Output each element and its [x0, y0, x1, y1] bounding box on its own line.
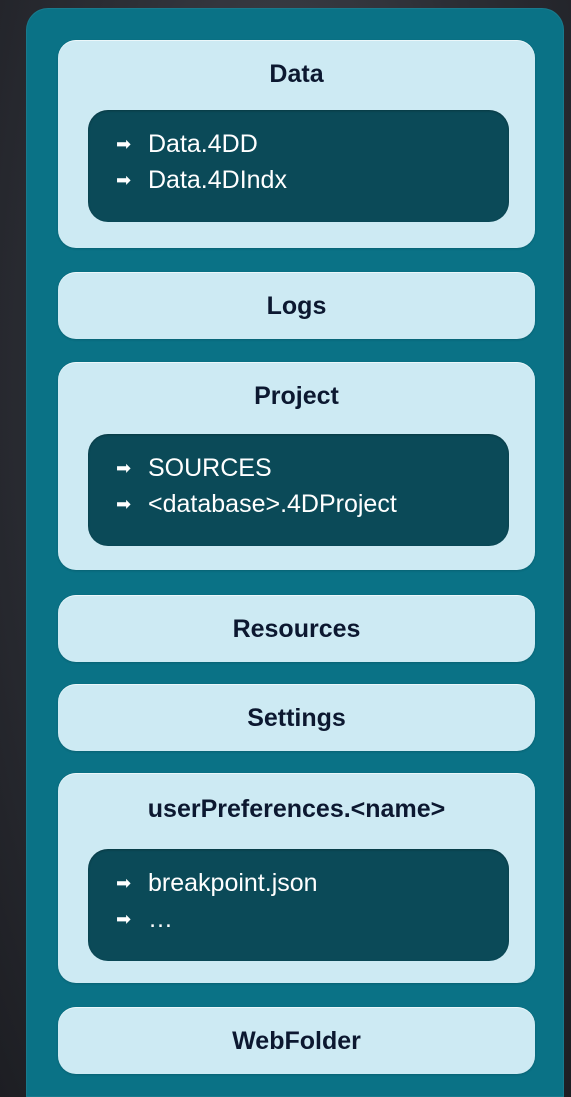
resources-folder-title: Resources: [232, 615, 361, 643]
arrow-icon: ➡: [116, 494, 132, 514]
list-item: ➡ …: [116, 901, 509, 937]
logs-folder-box: Logs: [58, 272, 535, 339]
settings-folder-box: Settings: [58, 684, 535, 751]
arrow-icon: ➡: [116, 909, 132, 929]
project-folder-contents: ➡ SOURCES ➡ <database>.4DProject: [88, 434, 509, 546]
data-folder-title: Data: [269, 60, 324, 88]
settings-folder-title: Settings: [247, 704, 346, 732]
user-preferences-folder-box: userPreferences.<name> ➡ breakpoint.json…: [58, 773, 535, 983]
file-name: SOURCES: [148, 454, 272, 482]
arrow-icon: ➡: [116, 873, 132, 893]
user-preferences-folder-title: userPreferences.<name>: [147, 795, 446, 823]
project-folder-title: Project: [254, 382, 339, 410]
file-name: …: [148, 905, 173, 933]
file-name: <database>.4DProject: [148, 490, 397, 518]
arrow-icon: ➡: [116, 458, 132, 478]
resources-folder-box: Resources: [58, 595, 535, 662]
file-name: Data.4DIndx: [148, 166, 287, 194]
webfolder-folder-title: WebFolder: [232, 1027, 361, 1055]
project-folder-box: Project ➡ SOURCES ➡ <database>.4DProject: [58, 362, 535, 570]
list-item: ➡ Data.4DIndx: [116, 162, 509, 198]
file-name: breakpoint.json: [148, 869, 318, 897]
list-item: ➡ <database>.4DProject: [116, 486, 509, 522]
list-item: ➡ Data.4DD: [116, 126, 509, 162]
file-name: Data.4DD: [148, 130, 258, 158]
logs-folder-title: Logs: [266, 292, 327, 320]
list-item: ➡ breakpoint.json: [116, 865, 509, 901]
arrow-icon: ➡: [116, 134, 132, 154]
arrow-icon: ➡: [116, 170, 132, 190]
list-item: ➡ SOURCES: [116, 450, 509, 486]
user-preferences-folder-contents: ➡ breakpoint.json ➡ …: [88, 849, 509, 961]
webfolder-folder-box: WebFolder: [58, 1007, 535, 1074]
data-folder-box: Data ➡ Data.4DD ➡ Data.4DIndx: [58, 40, 535, 248]
data-folder-contents: ➡ Data.4DD ➡ Data.4DIndx: [88, 110, 509, 222]
